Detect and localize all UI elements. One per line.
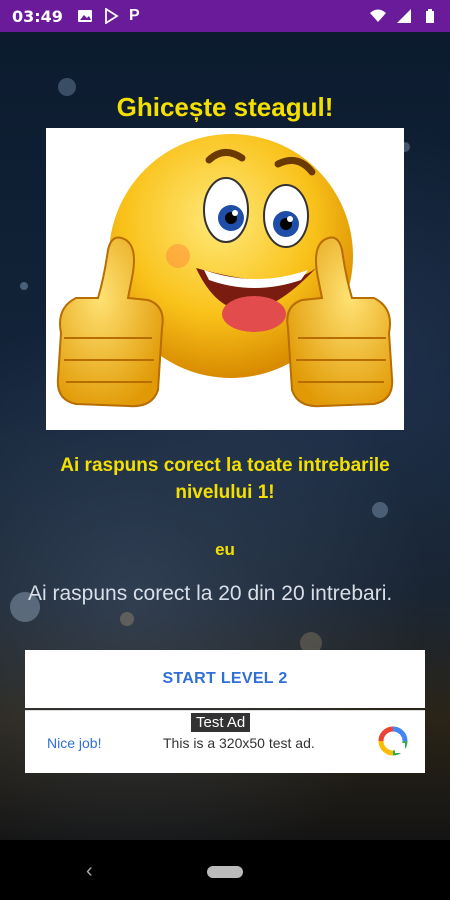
battery-icon bbox=[426, 9, 434, 23]
back-icon[interactable]: ‹ bbox=[86, 860, 93, 883]
page-title: Ghicește steagul! bbox=[116, 92, 334, 122]
smiley-thumbs-up-image bbox=[46, 128, 404, 430]
ad-banner[interactable]: Test Ad Nice job! This is a 320x50 test … bbox=[25, 710, 425, 773]
status-time: 03:49 bbox=[12, 6, 63, 26]
ad-logo-icon bbox=[378, 726, 408, 756]
ad-nice-link[interactable]: Nice job! bbox=[47, 735, 101, 751]
test-ad-badge: Test Ad bbox=[191, 713, 251, 732]
navigation-bar: ‹ bbox=[0, 840, 450, 900]
ad-text: This is a 320x50 test ad. bbox=[163, 735, 315, 751]
image-icon bbox=[77, 10, 92, 22]
player-name: eu bbox=[215, 540, 235, 559]
success-message: Ai raspuns corect la toate intrebarile n… bbox=[60, 455, 390, 503]
play-store-icon bbox=[105, 8, 119, 24]
home-pill-icon[interactable] bbox=[207, 866, 243, 878]
status-bar: 03:49 P bbox=[0, 0, 450, 32]
signal-icon bbox=[397, 9, 411, 23]
score-text: Ai raspuns corect la 20 din 20 intrebari… bbox=[28, 582, 393, 605]
wifi-icon bbox=[370, 9, 386, 22]
p-icon: P bbox=[128, 7, 140, 24]
start-level-2-button[interactable]: START LEVEL 2 bbox=[25, 650, 425, 708]
